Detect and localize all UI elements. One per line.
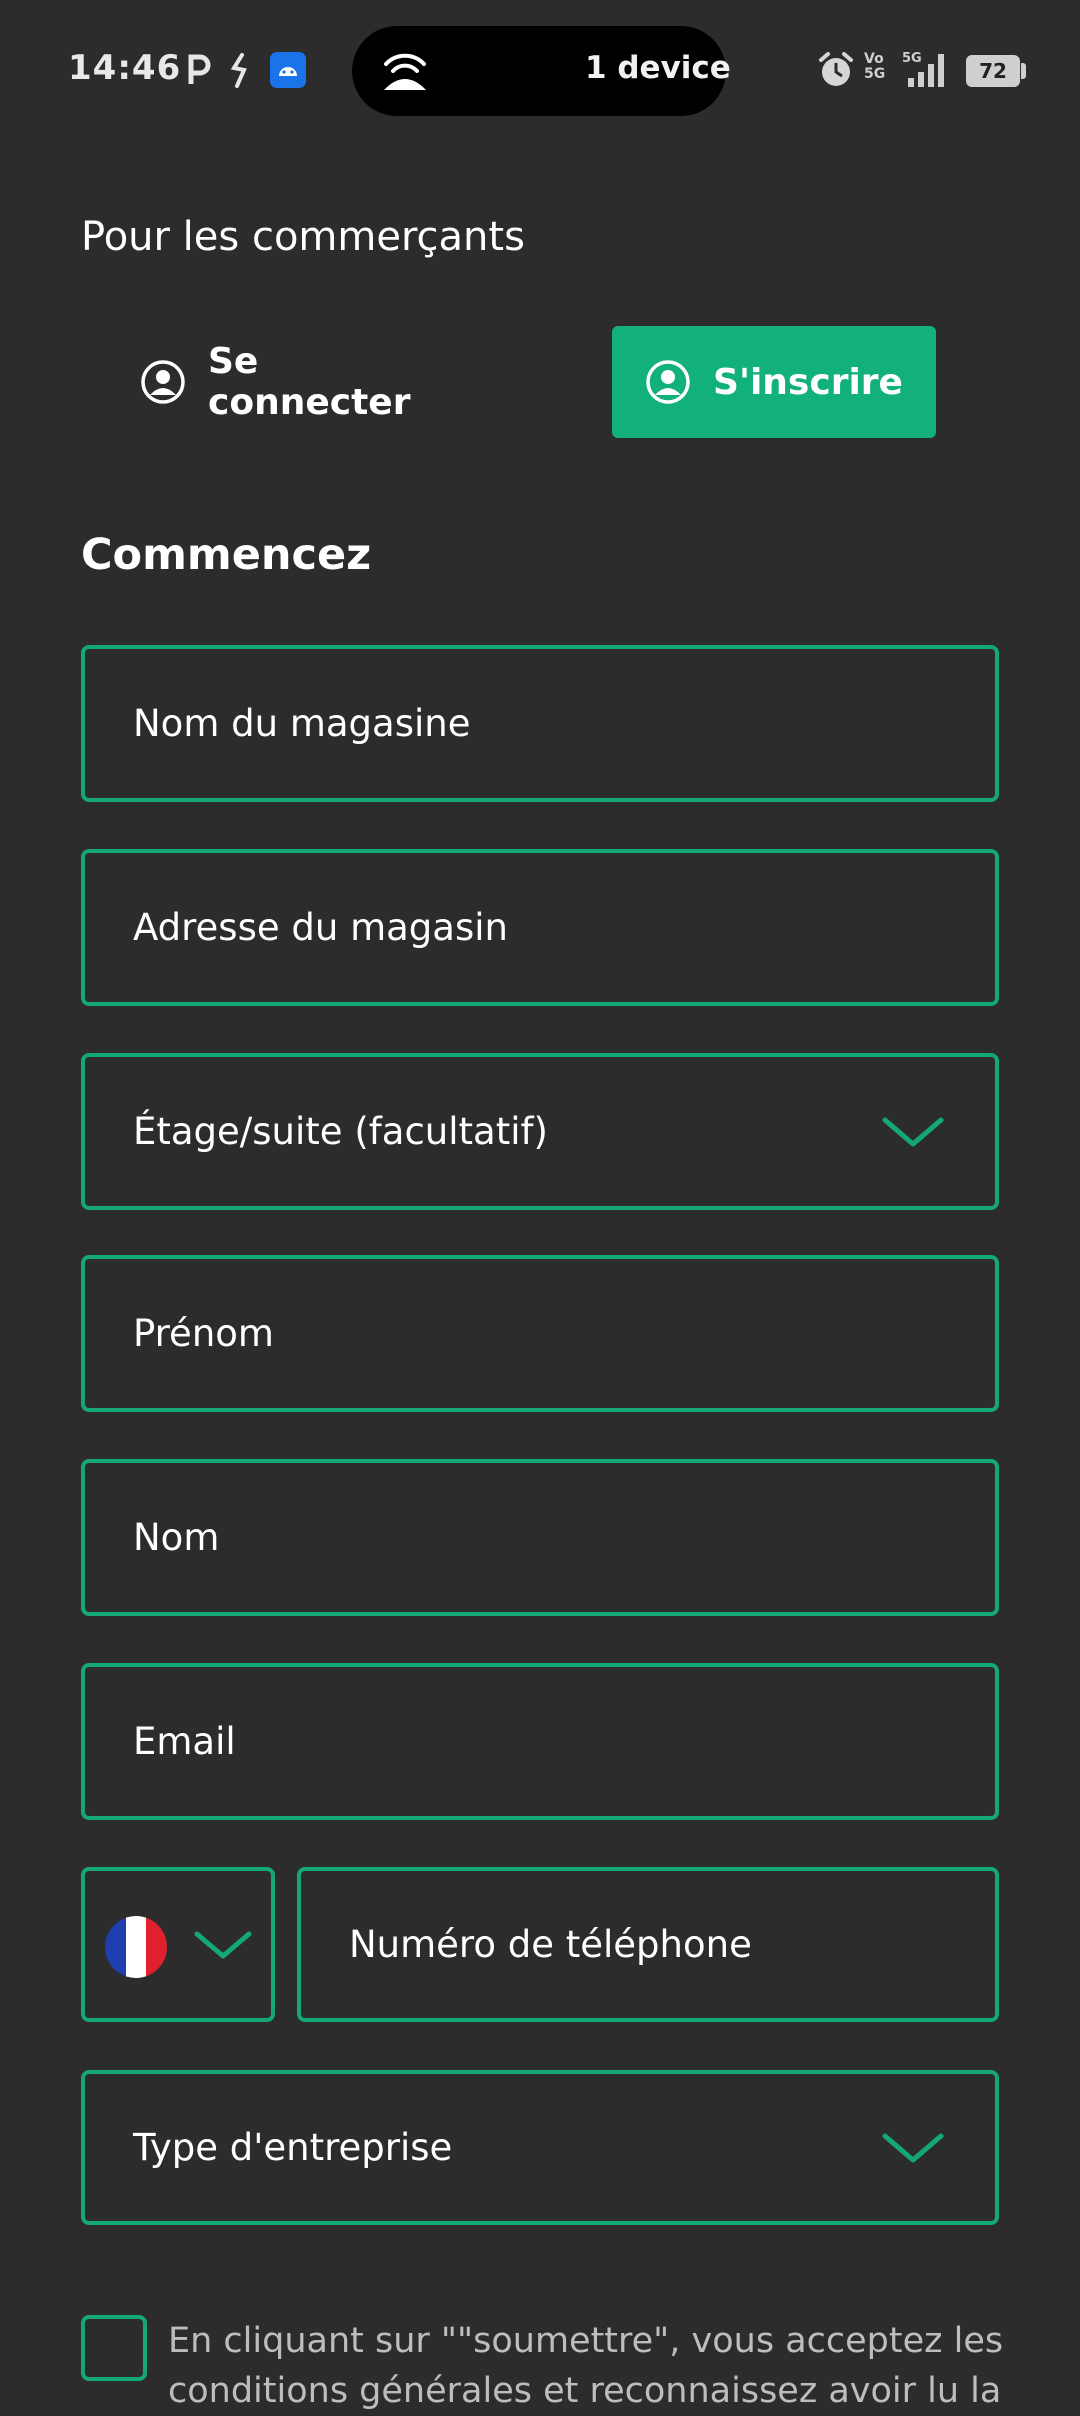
user-icon: [645, 359, 691, 405]
parking-icon: [186, 54, 212, 86]
battery-tip: [1021, 63, 1026, 79]
signal-5g-icon: 5G: [902, 50, 956, 88]
france-flag-icon: [105, 1916, 167, 1978]
store-name-field[interactable]: Nom du magasine: [81, 645, 999, 802]
email-placeholder: Email: [133, 1720, 236, 1763]
volte-icon: Vo 5G: [864, 51, 886, 82]
phone-placeholder: Numéro de téléphone: [349, 1923, 752, 1966]
alarm-icon: [818, 50, 854, 90]
store-name-placeholder: Nom du magasine: [133, 702, 471, 745]
svg-text:5G: 5G: [902, 51, 922, 66]
terms-text: En cliquant sur ""soumettre", vous accep…: [168, 2321, 1004, 2411]
tab-login-label: Se connecter: [208, 341, 411, 423]
business-type-placeholder: Type d'entreprise: [133, 2126, 453, 2169]
island-device-label: 1 device: [585, 50, 731, 86]
floor-suite-select[interactable]: Étage/suite (facultatif): [81, 1053, 999, 1210]
store-address-field[interactable]: Adresse du magasin: [81, 849, 999, 1006]
country-code-select[interactable]: [81, 1867, 275, 2022]
tab-login[interactable]: Se connecter: [140, 326, 470, 438]
first-name-placeholder: Prénom: [133, 1312, 274, 1355]
business-type-select[interactable]: Type d'entreprise: [81, 2070, 999, 2225]
chevron-down-icon: [193, 1928, 253, 1962]
hotspot-icon: [380, 50, 430, 92]
last-name-field[interactable]: Nom: [81, 1459, 999, 1616]
chevron-down-icon: [881, 1114, 945, 1150]
tab-signup-label: S'inscrire: [713, 361, 903, 403]
user-icon: [140, 359, 186, 405]
form-heading: Commencez: [81, 530, 372, 580]
status-time: 14:46: [68, 48, 182, 88]
floor-suite-placeholder: Étage/suite (facultatif): [133, 1110, 548, 1153]
chevron-down-icon: [881, 2130, 945, 2166]
android-app-icon: [270, 52, 306, 88]
terms-checkbox[interactable]: [81, 2315, 147, 2381]
phone-field[interactable]: Numéro de téléphone: [297, 1867, 999, 2022]
battery-icon: 72: [966, 55, 1020, 87]
activity-icon: [228, 52, 254, 88]
last-name-placeholder: Nom: [133, 1516, 220, 1559]
first-name-field[interactable]: Prénom: [81, 1255, 999, 1412]
section-title: Pour les commerçants: [81, 214, 525, 260]
tab-signup[interactable]: S'inscrire: [612, 326, 936, 438]
store-address-placeholder: Adresse du magasin: [133, 906, 508, 949]
email-field[interactable]: Email: [81, 1663, 999, 1820]
